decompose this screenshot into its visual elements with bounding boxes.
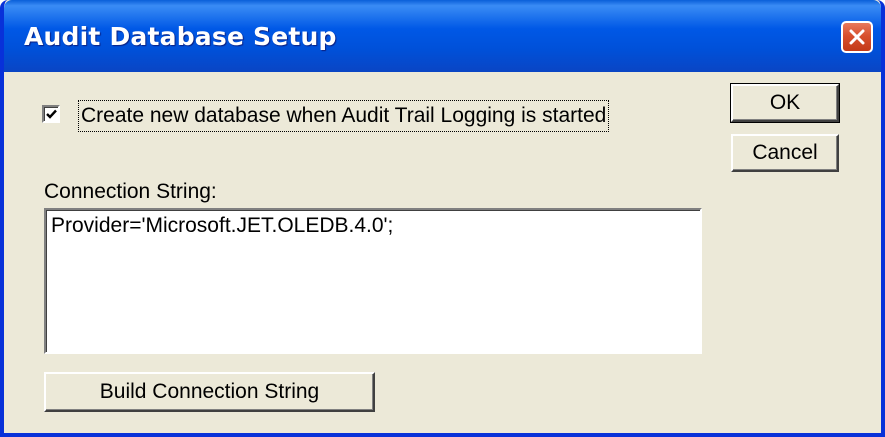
close-button[interactable] xyxy=(841,21,873,53)
dialog-window: Audit Database Setup Create new database… xyxy=(0,0,885,437)
dialog-body: Create new database when Audit Trail Log… xyxy=(4,72,881,433)
cancel-button[interactable]: Cancel xyxy=(731,134,839,172)
build-connection-string-button[interactable]: Build Connection String xyxy=(44,372,375,412)
create-db-label[interactable]: Create new database when Audit Trail Log… xyxy=(78,100,610,132)
title-bar[interactable]: Audit Database Setup xyxy=(4,0,881,72)
connection-string-label: Connection String: xyxy=(44,180,217,203)
checkmark-icon xyxy=(46,109,57,119)
window-title: Audit Database Setup xyxy=(24,22,337,51)
ok-button[interactable]: OK xyxy=(730,83,840,123)
create-db-checkbox[interactable] xyxy=(42,105,60,123)
connection-string-field[interactable]: Provider='Microsoft.JET.OLEDB.4.0'; xyxy=(44,208,702,354)
close-icon xyxy=(849,29,865,45)
